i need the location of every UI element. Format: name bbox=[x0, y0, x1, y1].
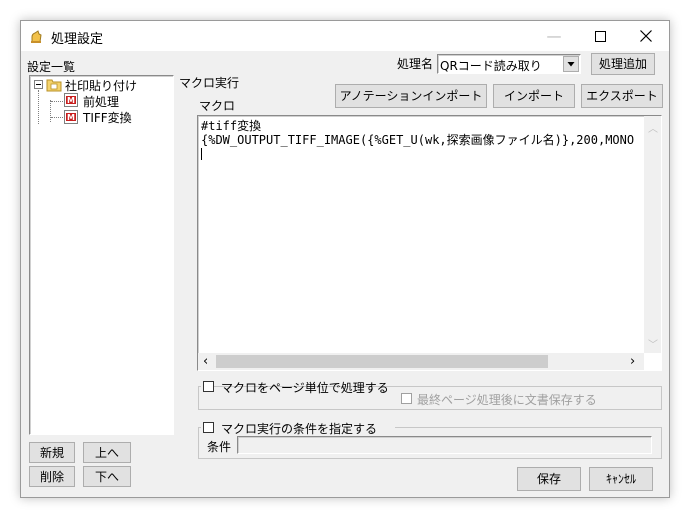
macro-icon: M bbox=[64, 110, 78, 124]
down-button[interactable]: 下へ bbox=[83, 466, 131, 487]
save-after-last-page-label: 最終ページ処理後に文書保存する bbox=[417, 393, 597, 407]
page-unit-option[interactable]: マクロをページ単位で処理する bbox=[201, 379, 389, 395]
macro-icon: M bbox=[64, 93, 78, 107]
add-process-button[interactable]: 処理追加 bbox=[591, 53, 655, 75]
delete-button[interactable]: 削除 bbox=[29, 466, 75, 487]
text-cursor bbox=[201, 148, 202, 160]
import-button[interactable]: インポート bbox=[493, 84, 575, 108]
page-unit-checkbox[interactable] bbox=[203, 381, 214, 392]
tree-item-root[interactable]: 社印貼り付け bbox=[65, 77, 137, 94]
up-button[interactable]: 上へ bbox=[83, 442, 131, 463]
settings-tree[interactable]: 社印貼り付け M 前処理 M TIFF変換 bbox=[29, 75, 174, 435]
save-after-last-page-option[interactable]: 最終ページ処理後に文書保存する bbox=[397, 391, 597, 407]
vertical-scrollbar[interactable]: ︿ ﹀ bbox=[644, 116, 661, 353]
settings-list-label: 設定一覧 bbox=[27, 60, 76, 74]
horizontal-scrollbar[interactable]: ‹ › bbox=[198, 353, 644, 370]
app-icon bbox=[29, 28, 43, 44]
tree-item-tiff[interactable]: TIFF変換 bbox=[83, 109, 132, 126]
process-name-value: QRコード読み取り bbox=[440, 59, 542, 73]
tree-line bbox=[51, 117, 63, 118]
macro-editor[interactable]: #tiff変換 {%DW_OUTPUT_TIFF_IMAGE({%GET_U(w… bbox=[197, 115, 662, 371]
svg-text:M: M bbox=[67, 113, 75, 122]
minimize-button[interactable]: — bbox=[531, 21, 577, 51]
title-bar: 処理設定 — bbox=[21, 21, 669, 51]
macro-line: {%DW_OUTPUT_TIFF_IMAGE({%GET_U(wk,探索画像ファ… bbox=[201, 133, 635, 147]
condition-option[interactable]: マクロ実行の条件を指定する bbox=[201, 420, 395, 436]
maximize-button[interactable] bbox=[577, 21, 623, 51]
svg-text:M: M bbox=[67, 96, 75, 105]
chevron-down-icon[interactable] bbox=[563, 56, 579, 72]
macro-line: #tiff変換 bbox=[201, 119, 262, 133]
macro-label: マクロ bbox=[199, 99, 236, 113]
tree-line bbox=[38, 90, 39, 124]
tree-line bbox=[50, 100, 51, 122]
annotation-import-button[interactable]: アノテーションインポート bbox=[335, 84, 487, 108]
macro-exec-label: マクロ実行 bbox=[179, 76, 240, 90]
cancel-button[interactable]: ｷｬﾝｾﾙ bbox=[589, 467, 653, 491]
condition-field-label: 条件 bbox=[207, 440, 232, 454]
export-button[interactable]: エクスポート bbox=[581, 84, 663, 108]
tree-item-preprocess[interactable]: 前処理 bbox=[83, 93, 119, 110]
condition-input[interactable] bbox=[237, 436, 652, 454]
save-button[interactable]: 保存 bbox=[517, 467, 581, 491]
save-after-last-page-checkbox[interactable] bbox=[401, 393, 412, 404]
condition-checkbox[interactable] bbox=[203, 422, 214, 433]
scroll-down-icon[interactable]: ﹀ bbox=[648, 336, 658, 351]
scroll-left-icon[interactable]: ‹ bbox=[203, 354, 208, 369]
page-unit-label: マクロをページ単位で処理する bbox=[221, 381, 389, 395]
collapse-icon[interactable] bbox=[34, 80, 43, 89]
new-button[interactable]: 新規 bbox=[29, 442, 75, 463]
window-title: 処理設定 bbox=[51, 32, 104, 47]
folder-icon bbox=[46, 77, 62, 92]
settings-window: 処理設定 — 設定一覧 社印貼り付け M 前処理 M TIFF変換 新規 上へ … bbox=[20, 20, 670, 498]
scroll-thumb[interactable] bbox=[216, 355, 548, 368]
scroll-right-icon[interactable]: › bbox=[630, 354, 635, 369]
process-name-label: 処理名 bbox=[397, 57, 434, 71]
tree-line bbox=[51, 101, 63, 102]
scroll-up-icon[interactable]: ︿ bbox=[648, 120, 658, 135]
condition-checkbox-label: マクロ実行の条件を指定する bbox=[221, 422, 378, 436]
process-name-select[interactable]: QRコード読み取り bbox=[437, 54, 581, 74]
close-button[interactable] bbox=[623, 21, 669, 51]
